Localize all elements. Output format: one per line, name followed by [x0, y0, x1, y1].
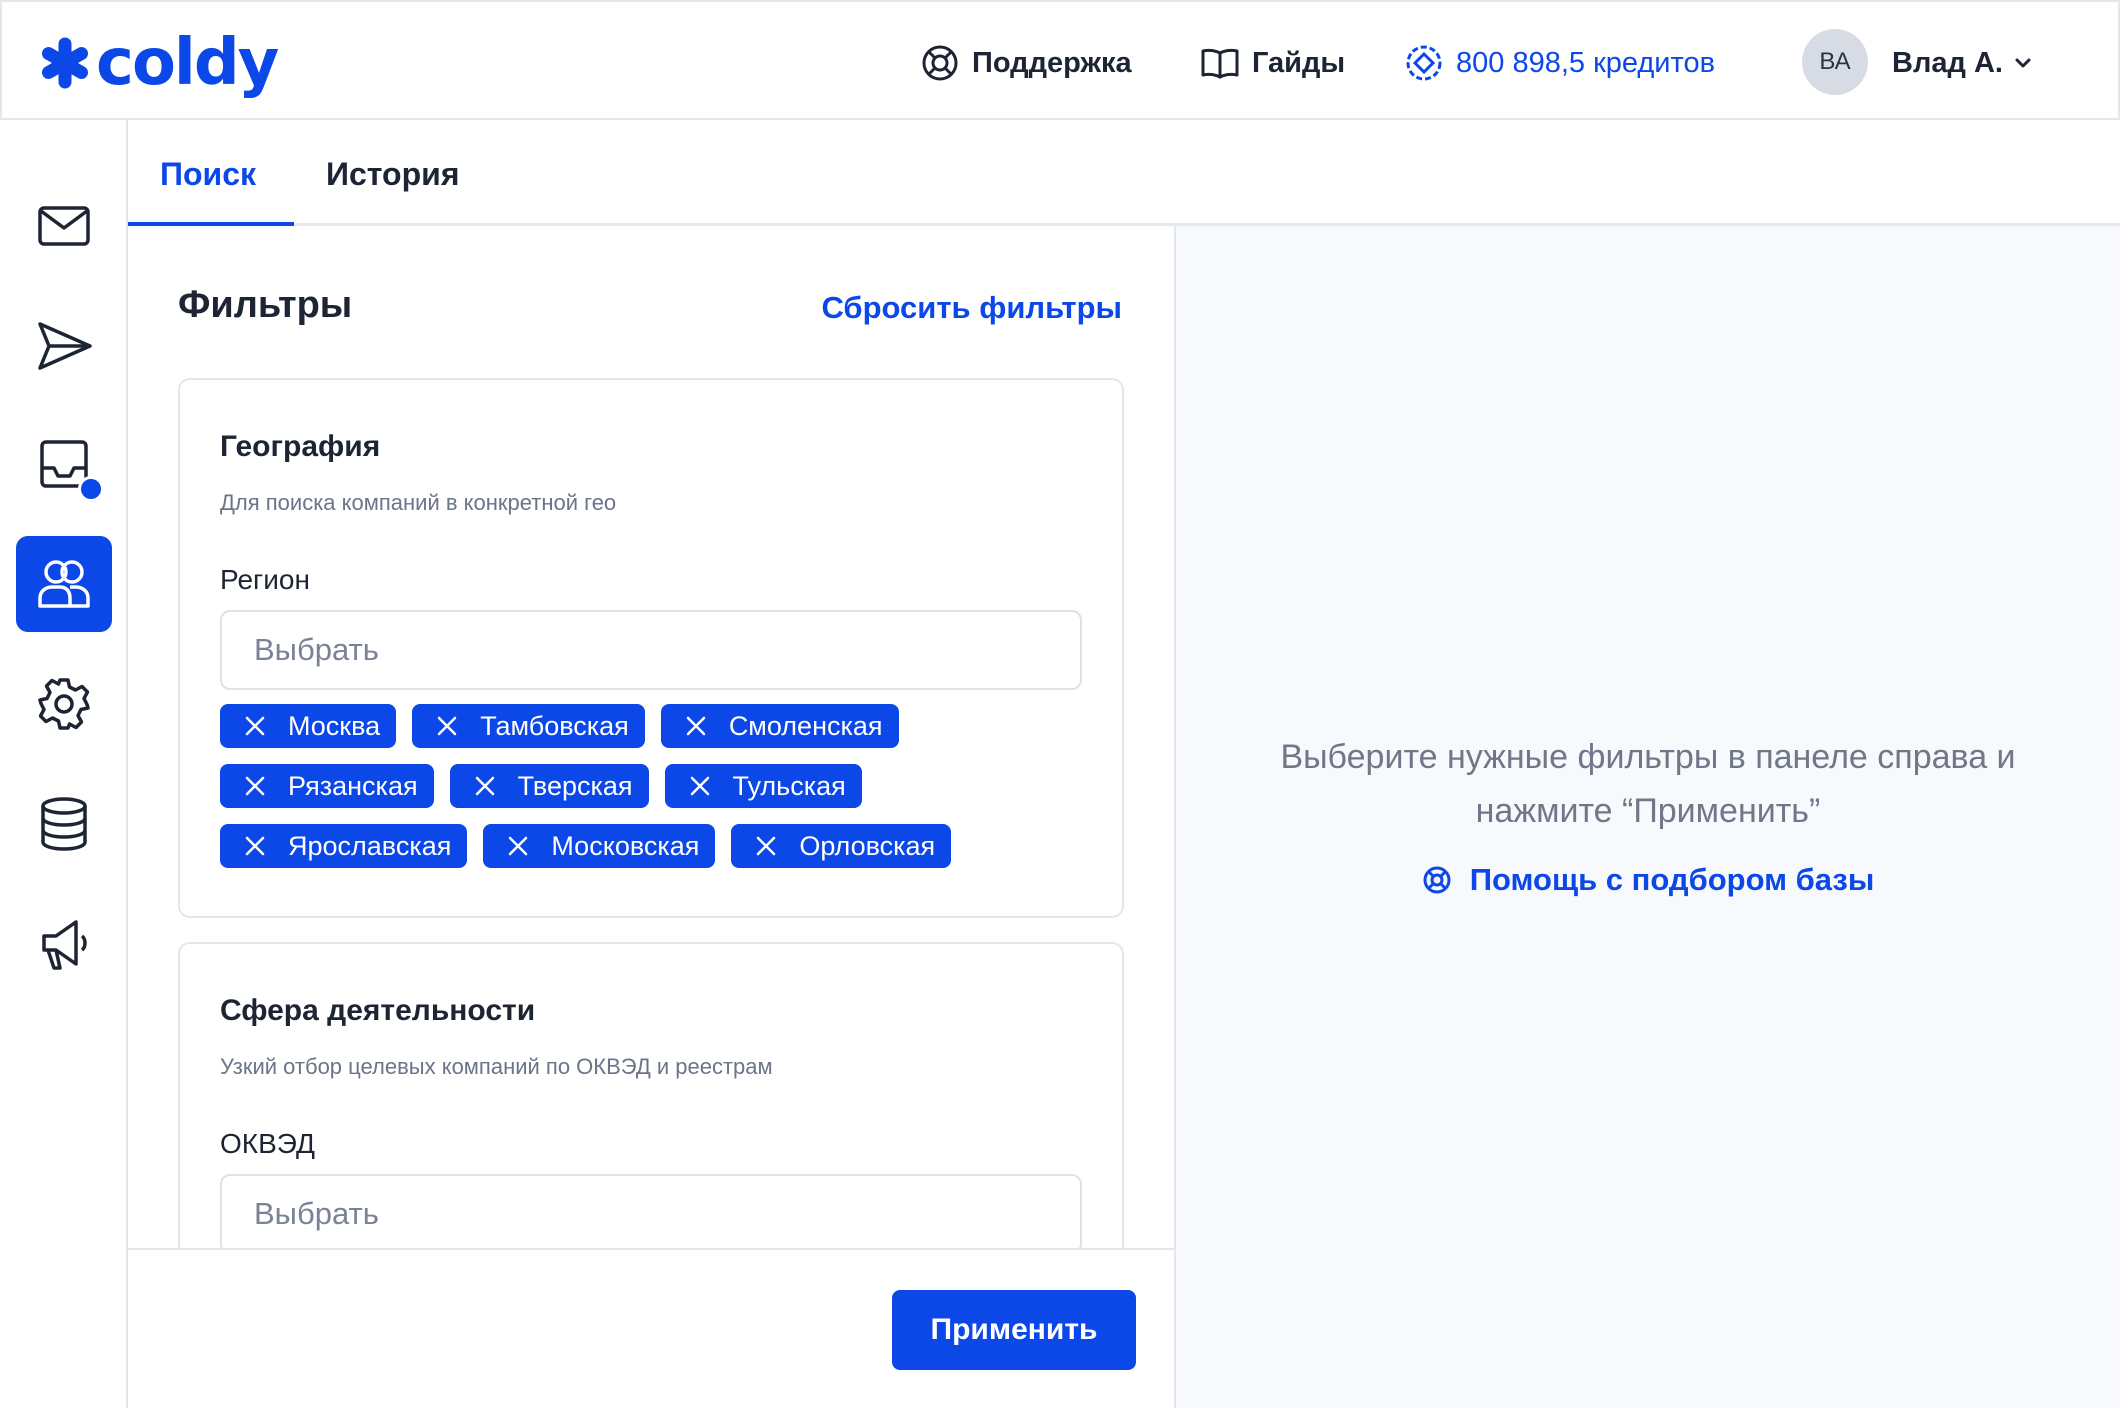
help-selection-label: Помощь с подбором базы [1469, 862, 1875, 897]
empty-state-line2: нажмите “Применить” [1475, 792, 1821, 830]
region-select[interactable]: Выбрать [220, 610, 1082, 690]
tab-search[interactable]: Поиск [160, 156, 256, 193]
support-link[interactable]: Поддержка [920, 38, 1132, 88]
sidebar-item-mail[interactable] [16, 178, 112, 274]
credits-label: 800 898,5 кредитов [1456, 46, 1715, 79]
support-label: Поддержка [972, 46, 1132, 79]
lifebuoy-icon [922, 45, 958, 81]
region-chip-label: Орловская [799, 830, 936, 861]
top-bar: coldy Поддержка Гайды 800 898,5 кредитов… [0, 0, 2120, 120]
user-name: Влад А. [1892, 46, 2003, 79]
results-area: Выберите нужные фильтры в панеле справа … [1176, 226, 2120, 1408]
megaphone-icon [42, 920, 87, 970]
geography-title: География [220, 430, 381, 463]
guides-label: Гайды [1252, 46, 1346, 79]
region-chip-label: Тверская [517, 770, 633, 801]
help-selection-link[interactable]: Помощь с подбором базы [1176, 862, 2120, 898]
sidebar-item-database[interactable] [16, 776, 112, 872]
chevron-down-icon [2015, 58, 2031, 68]
region-chip[interactable]: Тамбовская [412, 704, 645, 748]
industry-title: Сфера деятельности [220, 994, 536, 1027]
database-icon [41, 797, 87, 851]
sidebar-item-send[interactable] [16, 298, 112, 394]
empty-state-line1: Выберите нужные фильтры в панеле справа … [1280, 738, 2016, 776]
mail-icon [38, 206, 90, 246]
notification-dot [78, 476, 104, 502]
filters-title: Фильтры [178, 284, 353, 326]
tab-bar: Поиск История [128, 120, 2120, 226]
geography-card: География Для поиска компаний в конкретн… [178, 378, 1124, 918]
logo-text: coldy [96, 26, 279, 100]
lifebuoy-icon [1423, 866, 1451, 894]
empty-state-message: Выберите нужные фильтры в панеле справа … [1176, 730, 2120, 838]
region-chip-label: Москва [288, 710, 381, 741]
region-chip[interactable]: Тверская [449, 764, 649, 808]
region-chip-label: Смоленская [728, 710, 883, 741]
coldy-logo[interactable]: coldy [38, 26, 279, 100]
apply-bar: Применить [128, 1248, 1174, 1408]
region-chip-label: Ярославская [288, 830, 452, 861]
sidebar-item-settings[interactable] [16, 656, 112, 752]
close-icon[interactable] [689, 775, 711, 797]
close-icon[interactable] [685, 715, 707, 737]
sidebar-item-contacts[interactable] [16, 536, 112, 632]
region-chip[interactable]: Тульская [664, 764, 862, 808]
sidebar [0, 120, 128, 1408]
close-icon[interactable] [436, 715, 458, 737]
region-chip[interactable]: Орловская [731, 824, 952, 868]
close-icon[interactable] [507, 835, 529, 857]
filter-panel: Фильтры Сбросить фильтры География Для п… [128, 226, 1176, 1408]
sidebar-item-campaigns[interactable] [16, 896, 112, 992]
book-icon [1201, 48, 1239, 79]
coin-icon [1406, 45, 1442, 81]
apply-button[interactable]: Применить [892, 1290, 1136, 1370]
region-chip[interactable]: Московская [483, 824, 716, 868]
region-chip[interactable]: Рязанская [220, 764, 434, 808]
industry-description: Узкий отбор целевых компаний по ОКВЭД и … [220, 1054, 773, 1079]
close-icon[interactable] [244, 715, 266, 737]
region-chips: Москва Тамбовская Смоленская Рязанская Т… [220, 704, 1082, 868]
geography-description: Для поиска компаний в конкретной гео [220, 490, 617, 515]
send-icon [38, 322, 92, 370]
credits-balance[interactable]: 800 898,5 кредитов [1404, 38, 1715, 88]
region-label: Регион [220, 564, 310, 595]
tab-history[interactable]: История [326, 156, 459, 193]
guides-link[interactable]: Гайды [1200, 38, 1345, 88]
close-icon[interactable] [244, 835, 266, 857]
region-chip[interactable]: Москва [220, 704, 397, 748]
close-icon[interactable] [474, 775, 496, 797]
close-icon[interactable] [244, 775, 266, 797]
region-chip[interactable]: Смоленская [660, 704, 899, 748]
avatar[interactable]: ВА [1802, 29, 1868, 95]
okved-label: ОКВЭД [220, 1128, 315, 1159]
okved-select[interactable]: Выбрать [220, 1174, 1082, 1254]
users-icon [38, 560, 90, 608]
asterisk-logo-icon [42, 37, 88, 89]
region-chip-label: Тульская [732, 770, 846, 801]
reset-filters-link[interactable]: Сбросить фильтры [821, 290, 1122, 326]
region-chip-label: Рязанская [288, 770, 418, 801]
gear-icon [38, 678, 90, 730]
region-chip-label: Тамбовская [480, 710, 629, 741]
region-chip-label: Московская [551, 830, 700, 861]
user-menu[interactable]: Влад А. [1892, 38, 2033, 88]
close-icon[interactable] [755, 835, 777, 857]
region-chip[interactable]: Ярославская [220, 824, 468, 868]
